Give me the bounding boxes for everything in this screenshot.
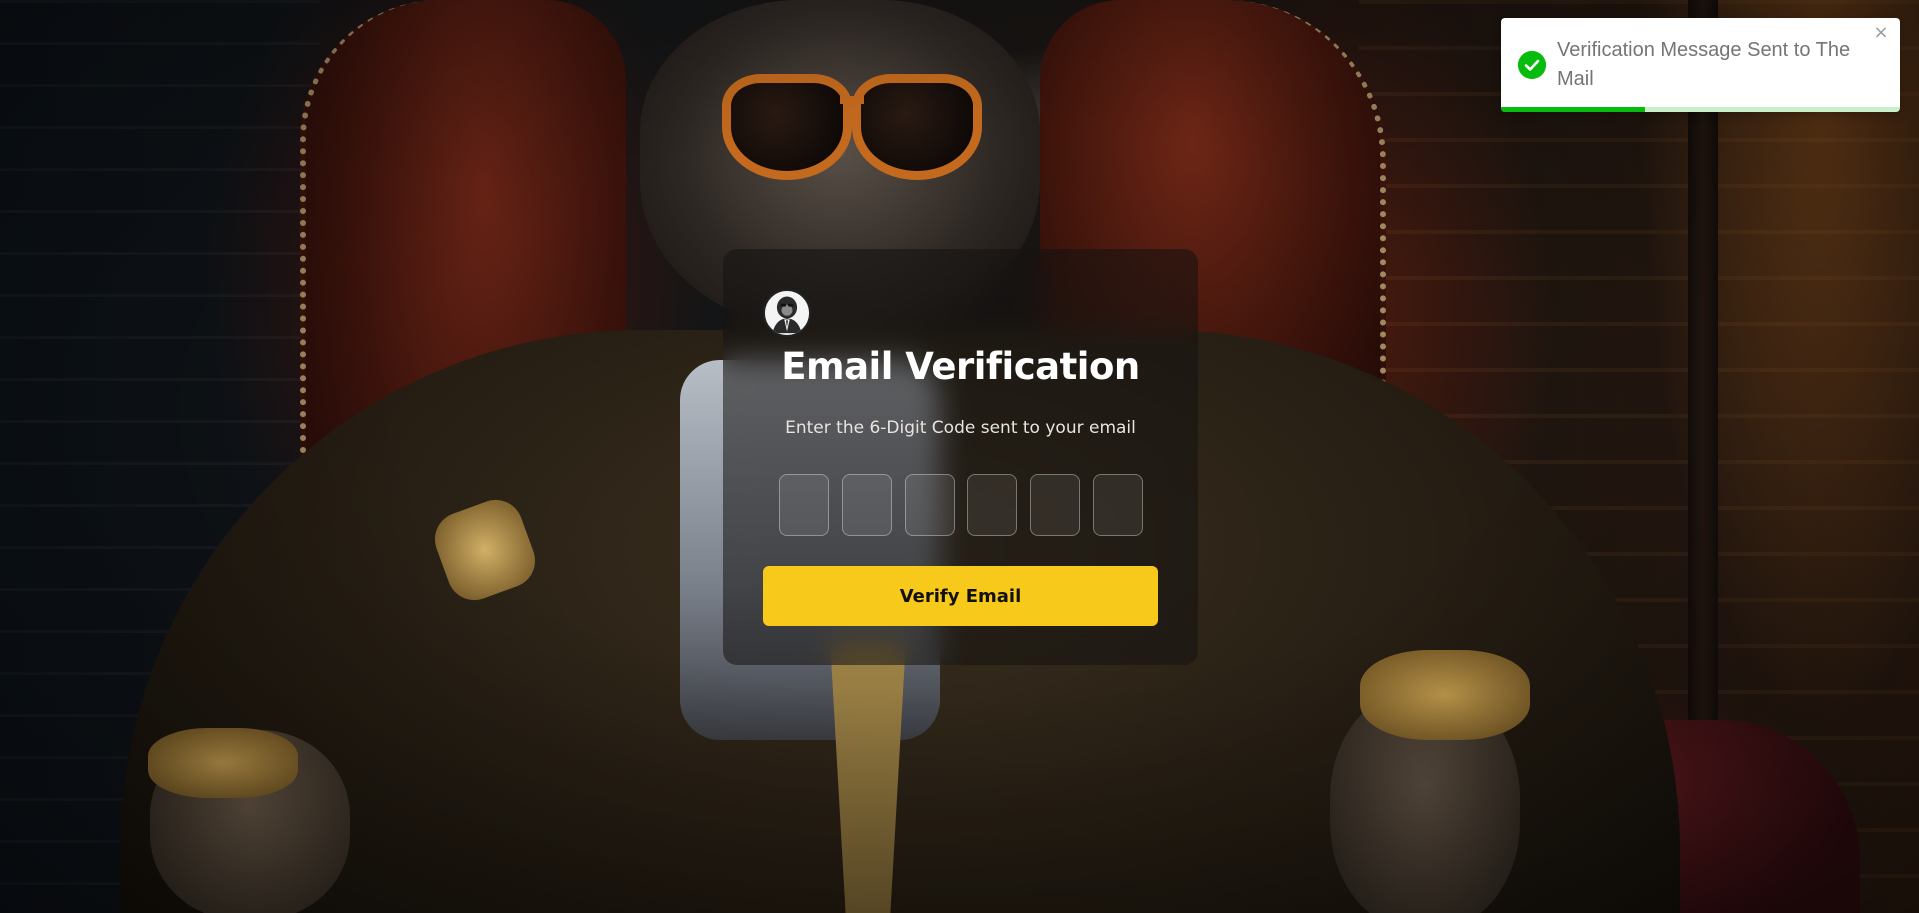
close-icon[interactable]: × bbox=[1870, 22, 1892, 44]
code-digit-input-5[interactable] bbox=[1030, 474, 1081, 536]
code-input-group bbox=[779, 474, 1143, 536]
instructions-text: Enter the 6-Digit Code sent to your emai… bbox=[785, 418, 1136, 438]
page: Email Verification Enter the 6-Digit Cod… bbox=[0, 0, 1919, 913]
gorilla-avatar-icon bbox=[763, 289, 811, 337]
check-circle-icon bbox=[1518, 51, 1546, 79]
code-digit-input-4[interactable] bbox=[967, 474, 1018, 536]
toast-progress-track bbox=[1501, 107, 1900, 112]
toast-message: Verification Message Sent to The Mail bbox=[1557, 39, 1851, 90]
success-toast[interactable]: Verification Message Sent to The Mail × bbox=[1501, 18, 1900, 112]
verification-card: Email Verification Enter the 6-Digit Cod… bbox=[723, 249, 1198, 665]
code-digit-input-6[interactable] bbox=[1092, 474, 1143, 536]
verify-email-button[interactable]: Verify Email bbox=[763, 566, 1158, 626]
page-title: Email Verification bbox=[781, 345, 1140, 388]
code-digit-input-1[interactable] bbox=[779, 474, 829, 536]
code-digit-input-3[interactable] bbox=[904, 474, 955, 536]
toast-progress-bar bbox=[1501, 107, 1645, 112]
code-digit-input-2[interactable] bbox=[841, 474, 892, 536]
